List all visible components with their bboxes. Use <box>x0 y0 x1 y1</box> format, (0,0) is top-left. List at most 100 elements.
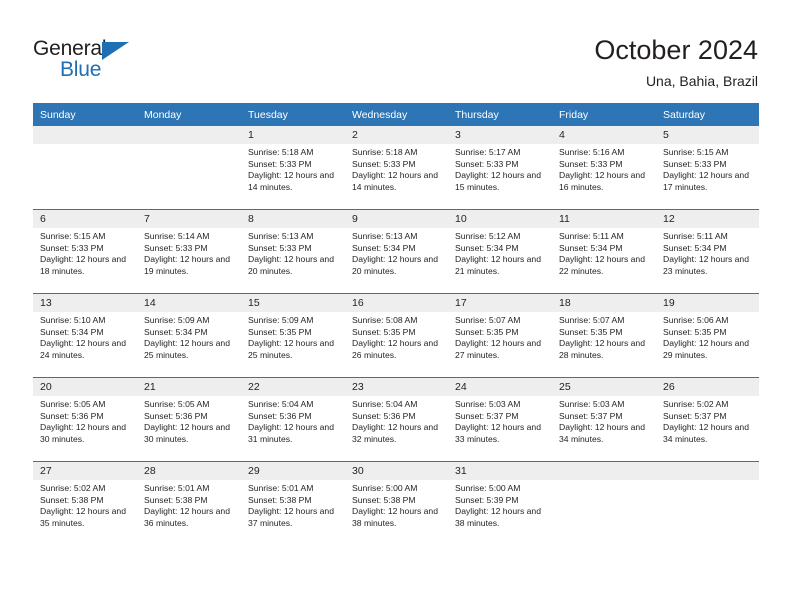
sunset-text: Sunset: 5:38 PM <box>248 494 312 505</box>
logo-text-blue: Blue <box>60 58 102 81</box>
day-number[interactable]: 12 <box>656 209 759 228</box>
sunset-text: Sunset: 5:38 PM <box>144 494 208 505</box>
weekday-header-wednesday: Wednesday <box>345 103 448 126</box>
calendar-week-daynumbers: 12345 <box>33 126 759 144</box>
sunset-text: Sunset: 5:35 PM <box>559 326 623 337</box>
day-number[interactable]: 15 <box>241 293 345 312</box>
sunrise-text: Sunrise: 5:06 AM <box>663 315 729 325</box>
calendar-body: 1 2 3 4 5 Sunrise: 5:18 AM Sunset: 5:33 PM Dayl… <box>33 126 759 545</box>
day-number[interactable]: 30 <box>345 461 448 480</box>
daylight-text: Daylight: 12 hours and 22 minutes. <box>559 254 645 276</box>
sunrise-text: Sunrise: 5:15 AM <box>40 231 106 241</box>
weekday-header-tuesday: Tuesday <box>241 103 345 126</box>
sunrise-text: Sunrise: 5:05 AM <box>40 399 106 409</box>
day-number[interactable]: 16 <box>345 293 448 312</box>
calendar-page: General Blue October 2024 Una, Bahia, Br… <box>0 0 792 612</box>
day-number[interactable]: 26 <box>656 377 759 396</box>
day-number[interactable]: 27 <box>33 461 137 480</box>
weekday-header-sunday: Sunday <box>33 103 137 126</box>
day-info: Sunrise: 5:15 AM Sunset: 5:33 PM Daylight:… <box>656 144 759 210</box>
sunset-text: Sunset: 5:37 PM <box>663 410 727 421</box>
sunrise-text: Sunrise: 5:02 AM <box>663 399 729 409</box>
sunset-text: Sunset: 5:34 PM <box>559 242 623 253</box>
daylight-text: Daylight: 12 hours and 34 minutes. <box>663 422 749 444</box>
daylight-text: Daylight: 12 hours and 23 minutes. <box>663 254 749 276</box>
day-number[interactable]: 5 <box>656 126 759 144</box>
day-number[interactable]: 2 <box>345 126 448 144</box>
day-info: Sunrise: 5:04 AM Sunset: 5:36 PM Daylight:… <box>241 396 345 462</box>
day-number[interactable]: 4 <box>552 126 656 144</box>
sunrise-text: Sunrise: 5:07 AM <box>455 315 521 325</box>
day-info-empty <box>552 480 656 545</box>
sunset-text: Sunset: 5:37 PM <box>559 410 623 421</box>
day-cell-empty <box>137 126 241 144</box>
daylight-text: Daylight: 12 hours and 26 minutes. <box>352 338 438 360</box>
day-number[interactable]: 14 <box>137 293 241 312</box>
day-number[interactable]: 7 <box>137 209 241 228</box>
day-number[interactable]: 20 <box>33 377 137 396</box>
day-number[interactable]: 1 <box>241 126 345 144</box>
sunrise-text: Sunrise: 5:00 AM <box>455 483 521 493</box>
daylight-text: Daylight: 12 hours and 32 minutes. <box>352 422 438 444</box>
day-number[interactable]: 31 <box>448 461 552 480</box>
sunset-text: Sunset: 5:33 PM <box>352 158 416 169</box>
day-info: Sunrise: 5:03 AM Sunset: 5:37 PM Daylight:… <box>552 396 656 462</box>
sunset-text: Sunset: 5:33 PM <box>40 242 104 253</box>
sunrise-text: Sunrise: 5:04 AM <box>248 399 314 409</box>
day-number[interactable]: 13 <box>33 293 137 312</box>
day-number[interactable]: 10 <box>448 209 552 228</box>
day-number[interactable]: 9 <box>345 209 448 228</box>
daylight-text: Daylight: 12 hours and 14 minutes. <box>248 170 334 192</box>
calendar-week-daynumbers: 20 21 22 23 24 25 26 <box>33 377 759 396</box>
day-info: Sunrise: 5:11 AM Sunset: 5:34 PM Daylight:… <box>656 228 759 294</box>
sunset-text: Sunset: 5:34 PM <box>352 242 416 253</box>
daylight-text: Daylight: 12 hours and 20 minutes. <box>352 254 438 276</box>
day-number[interactable]: 8 <box>241 209 345 228</box>
day-number[interactable]: 29 <box>241 461 345 480</box>
sunset-text: Sunset: 5:33 PM <box>248 242 312 253</box>
day-cell-empty <box>656 461 759 480</box>
logo-triangle-icon <box>102 42 129 60</box>
day-info: Sunrise: 5:10 AM Sunset: 5:34 PM Daylight:… <box>33 312 137 378</box>
day-number[interactable]: 11 <box>552 209 656 228</box>
title-block: October 2024 Una, Bahia, Brazil <box>594 34 758 91</box>
sunrise-text: Sunrise: 5:09 AM <box>144 315 210 325</box>
calendar-week-daynumbers: 27 28 29 30 31 <box>33 461 759 480</box>
daylight-text: Daylight: 12 hours and 17 minutes. <box>663 170 749 192</box>
day-info-empty <box>656 480 759 545</box>
day-number[interactable]: 28 <box>137 461 241 480</box>
sunset-text: Sunset: 5:36 PM <box>40 410 104 421</box>
sunrise-text: Sunrise: 5:14 AM <box>144 231 210 241</box>
day-number[interactable]: 22 <box>241 377 345 396</box>
day-number[interactable]: 24 <box>448 377 552 396</box>
sunset-text: Sunset: 5:38 PM <box>40 494 104 505</box>
calendar-week-details: Sunrise: 5:15 AM Sunset: 5:33 PM Daylight:… <box>33 228 759 294</box>
calendar-week-daynumbers: 13 14 15 16 17 18 19 <box>33 293 759 312</box>
daylight-text: Daylight: 12 hours and 24 minutes. <box>40 338 126 360</box>
day-number[interactable]: 21 <box>137 377 241 396</box>
day-number[interactable]: 25 <box>552 377 656 396</box>
calendar-week-details: Sunrise: 5:18 AM Sunset: 5:33 PM Daylight:… <box>33 144 759 210</box>
daylight-text: Daylight: 12 hours and 36 minutes. <box>144 506 230 528</box>
day-info: Sunrise: 5:05 AM Sunset: 5:36 PM Daylight:… <box>137 396 241 462</box>
sunrise-text: Sunrise: 5:03 AM <box>455 399 521 409</box>
general-blue-logo: General Blue <box>33 38 233 84</box>
sunset-text: Sunset: 5:36 PM <box>144 410 208 421</box>
day-number[interactable]: 17 <box>448 293 552 312</box>
sunrise-text: Sunrise: 5:01 AM <box>248 483 314 493</box>
calendar-header-row: Sunday Monday Tuesday Wednesday Thursday… <box>33 103 759 126</box>
day-number[interactable]: 6 <box>33 209 137 228</box>
day-number[interactable]: 23 <box>345 377 448 396</box>
sunrise-text: Sunrise: 5:11 AM <box>559 231 624 241</box>
day-info: Sunrise: 5:00 AM Sunset: 5:39 PM Daylight:… <box>448 480 552 545</box>
day-number[interactable]: 3 <box>448 126 552 144</box>
day-number[interactable]: 19 <box>656 293 759 312</box>
day-info-empty <box>137 144 241 210</box>
daylight-text: Daylight: 12 hours and 38 minutes. <box>352 506 438 528</box>
daylight-text: Daylight: 12 hours and 30 minutes. <box>40 422 126 444</box>
sunrise-text: Sunrise: 5:17 AM <box>455 147 521 157</box>
sunset-text: Sunset: 5:34 PM <box>663 242 727 253</box>
daylight-text: Daylight: 12 hours and 34 minutes. <box>559 422 645 444</box>
day-number[interactable]: 18 <box>552 293 656 312</box>
sunset-text: Sunset: 5:35 PM <box>663 326 727 337</box>
